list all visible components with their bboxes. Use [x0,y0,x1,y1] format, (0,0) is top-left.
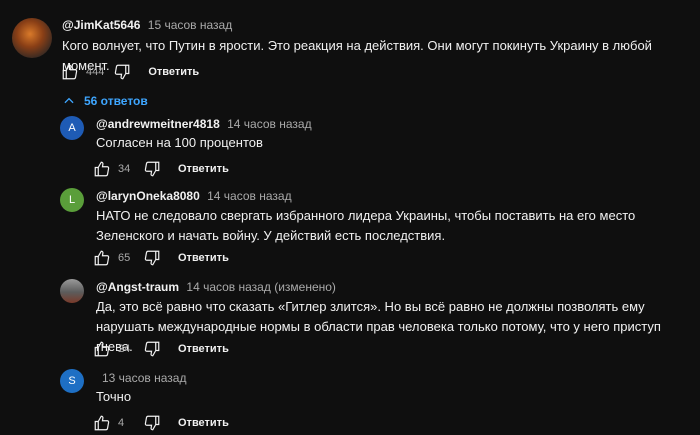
reply-button[interactable]: Ответить [178,163,229,175]
avatar[interactable]: A [60,116,84,140]
avatar-letter: L [68,194,76,206]
author-name[interactable]: @andrewmeitner4818 [96,117,220,131]
reply-actions: 65 Ответить [90,246,229,270]
reply-actions: 24 Ответить [90,337,229,361]
like-count: 65 [118,252,131,264]
replies-toggle-label: 56 ответов [84,94,148,108]
timestamp[interactable]: 14 часов назад (изменено) [186,280,336,294]
reply-text: НАТО не следовало свергать избранного ли… [96,208,636,243]
reply-header: @larynOneka8080 14 часов назад [96,189,292,203]
thumbs-down-icon [144,415,160,431]
comment-top: @JimKat5646 15 часов назад Кого волнует,… [0,18,700,92]
timestamp[interactable]: 14 часов назад [227,117,311,131]
timestamp[interactable]: 14 часов назад [207,189,291,203]
author-name[interactable]: @Angst-traum [96,280,179,294]
avatar-letter: A [68,122,76,134]
like-button[interactable] [90,337,114,361]
dislike-button[interactable] [140,337,164,361]
like-count: 34 [118,163,131,175]
thumbs-up-icon [94,415,110,431]
like-button[interactable] [90,246,114,270]
reply-button[interactable]: Ответить [178,252,229,264]
reply-header: @andrewmeitner4818 14 часов назад [96,117,312,131]
like-button[interactable] [90,411,114,435]
chevron-up-icon [64,97,74,104]
reply-item: @Angst-traum 14 часов назад (изменено) Д… [0,279,700,363]
like-count: 4 [118,417,125,429]
thumbs-up-icon [94,250,110,266]
reply-header: @Angst-traum 14 часов назад (изменено) [96,280,336,294]
comment-header: @JimKat5646 15 часов назад [62,18,232,32]
author-name[interactable]: @larynOneka8080 [96,189,200,203]
avatar[interactable]: L [60,188,84,212]
reply-header: 13 часов назад [98,371,186,385]
like-count: 444 [86,66,105,78]
reply-item: L @larynOneka8080 14 часов назад НАТО не… [0,188,700,278]
dislike-button[interactable] [140,157,164,181]
dislike-button[interactable] [140,411,164,435]
reply-actions: 34 Ответить [90,157,229,181]
timestamp[interactable]: 15 часов назад [148,18,232,32]
comment-actions: 444 Ответить [58,60,199,84]
avatar[interactable] [12,18,52,58]
thumbs-down-icon [144,341,160,357]
thumbs-down-icon [144,250,160,266]
like-button[interactable] [90,157,114,181]
avatar[interactable] [60,279,84,303]
reply-button[interactable]: Ответить [148,66,199,78]
reply-button[interactable]: Ответить [178,417,229,429]
thumbs-down-icon [115,64,130,80]
thumbs-up-icon [94,341,110,357]
thumbs-down-icon [144,161,160,177]
thumbs-up-icon [62,64,78,80]
like-button[interactable] [58,60,82,84]
dislike-button[interactable] [140,246,164,270]
reply-text: Согласен на 100 процентов [96,135,263,150]
thumbs-up-icon [94,161,110,177]
author-name[interactable]: @JimKat5646 [62,18,140,32]
reply-item: S 13 часов назад Точно 4 Ответить [0,369,700,431]
avatar[interactable]: S [60,369,84,393]
reply-button[interactable]: Ответить [178,343,229,355]
reply-text: Точно [96,389,132,404]
avatar-letter: S [68,375,76,387]
reply-item: A @andrewmeitner4818 14 часов назад Согл… [0,116,700,186]
timestamp[interactable]: 13 часов назад [102,371,186,385]
replies-toggle-button[interactable]: 56 ответов [62,94,148,108]
like-count: 24 [118,343,131,355]
dislike-button[interactable] [110,60,134,84]
reply-actions: 4 Ответить [90,411,229,435]
